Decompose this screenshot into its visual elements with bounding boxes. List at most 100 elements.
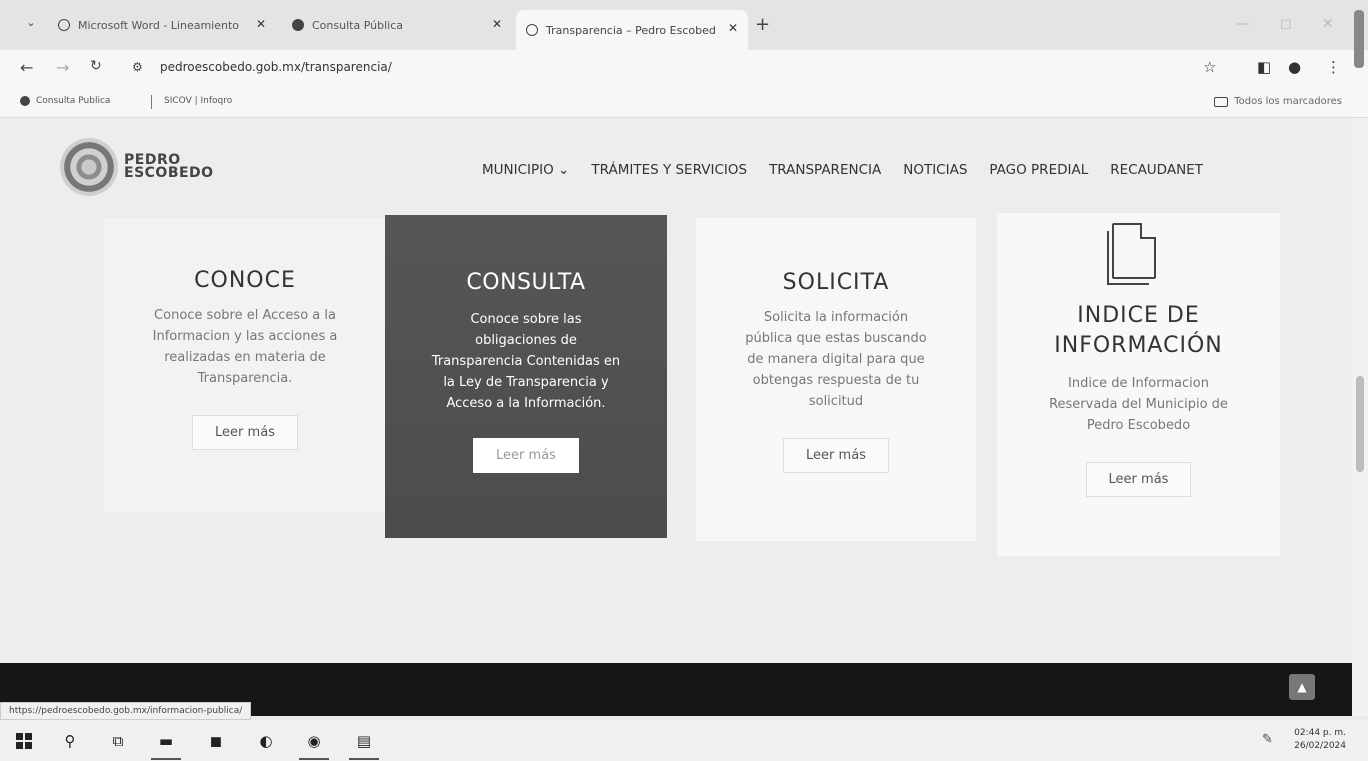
nav-recaudanet[interactable]: RECAUDANET xyxy=(1110,162,1203,178)
card-text-line: pública que estas buscando xyxy=(745,331,927,346)
card-description: Indice de Informacion Reservada del Muni… xyxy=(997,373,1280,436)
card-title: CONOCE xyxy=(194,268,296,293)
card-text-line: obligaciones de xyxy=(475,333,577,348)
task-view-icon[interactable]: ⧉ xyxy=(108,731,128,751)
scroll-to-top-button[interactable]: ▲ xyxy=(1289,674,1315,700)
forward-arrow-icon[interactable]: → xyxy=(56,58,69,77)
browser-tab-bar: ⌄ Microsoft Word - Lineamiento ✕ Consult… xyxy=(0,0,1368,50)
taskbar-active-indicator xyxy=(349,758,379,760)
address-bar-url[interactable]: pedroescobedo.gob.mx/transparencia/ xyxy=(160,60,392,74)
browser-menu-icon[interactable]: ⋮ xyxy=(1326,58,1341,76)
taskbar-active-indicator xyxy=(151,758,181,760)
page-scrollbar[interactable] xyxy=(1352,118,1368,716)
edge-browser-icon[interactable]: ◐ xyxy=(256,731,276,751)
globe-icon xyxy=(526,24,538,36)
maximize-window-icon[interactable]: ◻ xyxy=(1280,16,1292,32)
minimize-window-icon[interactable]: — xyxy=(1236,16,1250,32)
chrome-browser-icon[interactable]: ◉ xyxy=(304,731,324,751)
search-icon[interactable]: ⚲ xyxy=(60,731,80,751)
site-favicon-icon xyxy=(292,19,304,31)
card-title: CONSULTA xyxy=(466,270,586,295)
bookmark-star-icon[interactable]: ☆ xyxy=(1203,58,1216,76)
nav-pago-predial[interactable]: PAGO PREDIAL xyxy=(989,162,1088,178)
all-bookmarks-button[interactable]: Todos los marcadores xyxy=(1214,96,1342,107)
leer-mas-solicita-button[interactable]: Leer más xyxy=(783,438,889,473)
globe-icon xyxy=(58,19,70,31)
card-text-line: Informacion y las acciones a xyxy=(152,329,338,344)
card-text-line: Transparencia Contenidas en xyxy=(431,354,621,369)
reload-icon[interactable]: ↻ xyxy=(90,58,102,74)
bookmark-consulta-publica[interactable]: Consulta Publica xyxy=(20,96,110,106)
card-description: Solicita la información pública que esta… xyxy=(696,307,976,412)
windows-start-icon[interactable] xyxy=(14,731,34,751)
card-text-line: realizadas en materia de xyxy=(164,350,326,365)
scrollbar-thumb[interactable] xyxy=(1356,376,1364,472)
close-window-icon[interactable]: ✕ xyxy=(1322,16,1334,32)
tab-title: Transparencia – Pedro Escobed xyxy=(546,23,716,37)
tab-search-chevron-icon[interactable]: ⌄ xyxy=(22,14,40,32)
bookmarks-bar: Consulta Publica SICOV | Infoqro Todos l… xyxy=(0,88,1368,118)
leer-mas-consulta-button[interactable]: Leer más xyxy=(473,438,579,473)
folder-icon xyxy=(1214,96,1229,107)
back-arrow-icon[interactable]: ← xyxy=(20,58,33,77)
word-app-icon[interactable]: ▤ xyxy=(354,731,374,751)
close-tab-icon[interactable]: ✕ xyxy=(728,21,738,35)
leer-mas-indice-button[interactable]: Leer más xyxy=(1085,462,1192,497)
card-title: INDICE DE INFORMACIÓN xyxy=(997,301,1280,361)
tab-transparencia[interactable]: Transparencia – Pedro Escobed ✕ xyxy=(516,10,748,50)
card-description: Conoce sobre las obligaciones de Transpa… xyxy=(385,309,667,414)
document-icon xyxy=(1107,223,1156,285)
card-text-line: Acceso a la Información. xyxy=(446,396,606,411)
nav-tramites-servicios[interactable]: TRÁMITES Y SERVICIOS xyxy=(591,162,747,178)
card-title: SOLICITA xyxy=(782,270,890,295)
clock-time: 02:44 p. m. xyxy=(1294,728,1346,738)
side-panel-icon[interactable]: ◧ xyxy=(1257,58,1271,76)
window-scroll-thumb[interactable] xyxy=(1354,10,1364,68)
profile-icon[interactable]: ● xyxy=(1288,58,1301,76)
pen-tray-icon[interactable]: ✎ xyxy=(1262,732,1273,747)
status-bar-url: https://pedroescobedo.gob.mx/informacion… xyxy=(0,702,252,720)
card-indice-informacion: INDICE DE INFORMACIÓN Indice de Informac… xyxy=(997,213,1280,556)
new-tab-button[interactable]: + xyxy=(755,14,770,35)
card-text-line: Indice de Informacion xyxy=(1068,376,1209,391)
nav-transparencia[interactable]: TRANSPARENCIA xyxy=(769,162,881,178)
card-text-line: la Ley de Transparencia y xyxy=(443,375,609,390)
main-navigation: MUNICIPIO ⌄ TRÁMITES Y SERVICIOS TRANSPA… xyxy=(482,162,1203,178)
card-conoce: CONOCE Conoce sobre el Acceso a la Infor… xyxy=(104,218,386,513)
logo-text: PEDRO ESCOBEDO xyxy=(124,153,214,181)
nav-noticias[interactable]: NOTICIAS xyxy=(903,162,967,178)
file-explorer-icon[interactable]: ▬ xyxy=(156,731,176,751)
site-info-icon[interactable]: ⚙ xyxy=(132,60,143,74)
system-clock[interactable]: 02:44 p. m. 26/02/2024 xyxy=(1294,727,1346,753)
card-text-line: Transparencia. xyxy=(197,371,293,386)
card-description: Conoce sobre el Acceso a la Informacion … xyxy=(104,305,386,389)
clock-date: 26/02/2024 xyxy=(1294,741,1346,751)
browser-toolbar: ← → ↻ ⚙ pedroescobedo.gob.mx/transparenc… xyxy=(0,50,1368,88)
nav-municipio[interactable]: MUNICIPIO ⌄ xyxy=(482,162,569,178)
card-text-line: Conoce sobre las xyxy=(470,312,582,327)
leer-mas-conoce-button[interactable]: Leer más xyxy=(192,415,298,450)
municipal-emblem-icon xyxy=(60,138,118,196)
bookmark-favicon-icon xyxy=(20,96,30,106)
tab-title: Consulta Pública xyxy=(312,18,403,32)
card-text-line: Solicita la información xyxy=(763,310,909,325)
card-text-line: Conoce sobre el Acceso a la xyxy=(154,308,336,323)
tab-consulta-publica[interactable]: Consulta Pública ✕ xyxy=(282,10,512,40)
tab-microsoft-word[interactable]: Microsoft Word - Lineamiento ✕ xyxy=(48,10,276,40)
close-tab-icon[interactable]: ✕ xyxy=(492,17,502,31)
logo-line-2: ESCOBEDO xyxy=(124,165,214,181)
site-logo[interactable]: PEDRO ESCOBEDO xyxy=(60,138,214,196)
close-tab-icon[interactable]: ✕ xyxy=(256,17,266,31)
windows-taskbar: ⚲ ⧉ ▬ ◼ ◐ ◉ ▤ ✎ 02:44 p. m. 26/02/2024 xyxy=(0,720,1368,761)
taskbar-active-indicator xyxy=(299,758,329,760)
bookmark-sicov[interactable]: SICOV | Infoqro xyxy=(164,96,232,106)
card-title-line: INDICE DE xyxy=(1077,303,1200,328)
all-bookmarks-label: Todos los marcadores xyxy=(1234,96,1342,107)
bookmark-separator xyxy=(151,95,152,109)
card-solicita: SOLICITA Solicita la información pública… xyxy=(696,218,976,541)
store-icon[interactable]: ◼ xyxy=(206,731,226,751)
card-text-line: de manera digital para que xyxy=(747,352,925,367)
card-text-line: Reservada del Municipio de xyxy=(1049,397,1228,412)
card-text-line: solicitud xyxy=(808,394,864,409)
card-consulta: CONSULTA Conoce sobre las obligaciones d… xyxy=(385,215,667,538)
